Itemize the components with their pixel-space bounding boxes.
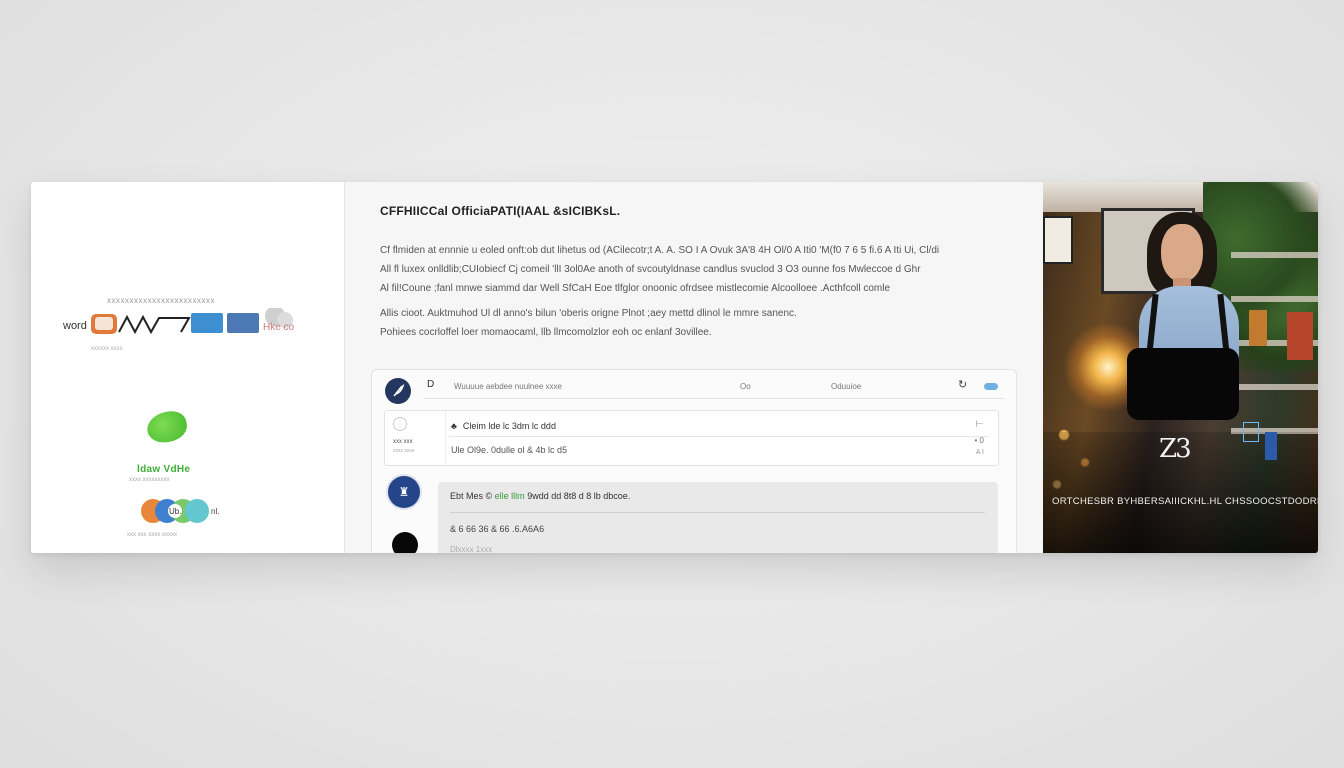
orange-logo-inner (95, 317, 113, 330)
row-title-text: Cleim lde lc 3dm lc ddd (462, 421, 556, 431)
person-face (1161, 224, 1203, 282)
rings-logo-label: Ub. (169, 507, 181, 516)
left-panel: xxxxxxxxxxxxxxxxxxxxxxxx word Hke co xxx… (31, 182, 345, 553)
intro-line: All fl luxex onlldlib;CUIobiecf Cj comei… (380, 264, 921, 275)
person-bag (1127, 348, 1239, 420)
main-content: CFFHIICCal OfficiaPATI(IAAL &sICIBKsL. C… (345, 182, 1043, 553)
intro-line: Cf flmiden at ennnie u eoled onft:ob dut… (380, 245, 940, 256)
second-line: Pohiees cocrloffel loer momaocaml, llb l… (380, 327, 712, 338)
green-leaf-logo (144, 408, 190, 446)
toolbar-option-button[interactable]: Oduuioe (831, 382, 861, 391)
chat-panel: D Wuuuue aebdee nuulnee xxxe Oo Oduuioe … (371, 369, 1017, 553)
avatar[interactable] (392, 532, 418, 553)
message-divider (450, 512, 985, 513)
photo-shelf-item (1287, 312, 1313, 360)
logo-suffix: Hke co (263, 322, 295, 333)
green-logo-subtext: xxxx xxxxxxxxx (129, 477, 170, 483)
message-prefix: Ebt Mes © (450, 491, 493, 501)
row-thumbnail: xxx xxx xxxx xxxx (385, 411, 446, 465)
rings-logo: Ub. nl. (141, 499, 219, 523)
toolbar-on-button[interactable]: Oo (740, 382, 751, 391)
ring-cyan (185, 499, 209, 523)
logo-caption: xxxxxxxxxxxxxxxxxxxxxxxx (107, 296, 215, 305)
message-highlight: elle lllm (494, 491, 525, 501)
feather-icon-glyph (393, 384, 405, 397)
toolbar-d-button[interactable]: D (427, 379, 434, 390)
logo-prefix: word (63, 320, 87, 332)
toggle-switch[interactable] (984, 383, 998, 390)
thumbnail-sublabel: xxxx xxxx (393, 448, 415, 454)
photo-neon-sign (1243, 422, 1259, 442)
intro-paragraph: Cf flmiden at ennnie u eoled onft:ob dut… (380, 241, 939, 298)
row-divider (449, 436, 989, 437)
message-card: Ebt Mes © elle lllm 9wdd dd 8t8 d 8 lb d… (438, 482, 998, 553)
page-title: CFFHIICCal OfficiaPATI(IAAL &sICIBKsL. (380, 204, 621, 218)
row-title: ♣ Cleim lde lc 3dm lc ddd (451, 421, 556, 431)
message-suffix: 9wdd dd 8t8 d 8 lb dbcoe. (527, 491, 631, 501)
logo-subcaption: xxxxxx xxxx (91, 346, 123, 352)
rings-logo-suffix: nl. (211, 507, 219, 516)
photo-shelf-item (1249, 310, 1267, 346)
message-footnote: Dlxxxx 1xxx (450, 545, 493, 553)
message-text: Ebt Mes © elle lllm 9wdd dd 8t8 d 8 lb d… (450, 491, 630, 501)
intro-line: Al fil!Coune ;fanl mnwe siammd dar Well … (380, 283, 891, 294)
globe-icon (393, 417, 407, 431)
rings-logo-caption: xxx xxx xxxx xxxxx (127, 532, 178, 538)
thumbnail-label: xxx xxx (393, 439, 413, 445)
row-meta: • 0 (974, 436, 984, 445)
person-icon: ♜ (398, 485, 410, 499)
second-paragraph: Allis cioot. Auktmuhod Ul dl anno's bilu… (380, 304, 797, 342)
list-item[interactable]: xxx xxx xxxx xxxx ♣ Cleim lde lc 3dm lc d… (384, 410, 999, 466)
green-logo-text: ldaw VdHe (137, 464, 191, 475)
row-action-icon[interactable]: ⊢ (975, 419, 984, 430)
photo-neon-sign (1265, 432, 1277, 460)
photo-caption: ORTCHESBR BYHBERSAIIICKHL.HL CHSSOOCSTDO… (1052, 496, 1318, 507)
partner-logo-strip: word Hke co (63, 308, 295, 335)
hero-photo: Z3 ORTCHESBR BYHBERSAIIICKHL.HL CHSSOOCS… (1043, 182, 1318, 553)
wave-logo (118, 314, 191, 335)
message-detail: & 6 66 36 & 66 .6.A6A6 (450, 524, 545, 534)
avatar[interactable]: ♜ (388, 476, 420, 508)
chat-toolbar: D Wuuuue aebdee nuulnee xxxe Oo Oduuioe … (424, 374, 1004, 399)
blue-logo-2 (227, 313, 259, 333)
row-subtitle: Ule Ol9e. 0dulle ol & 4b lc d5 (451, 445, 568, 455)
blue-logo-1 (191, 313, 223, 333)
feather-icon[interactable] (385, 378, 411, 404)
row-meta-secondary: A I (975, 449, 984, 456)
second-line: Allis cioot. Auktmuhod Ul dl anno's bilu… (380, 308, 797, 319)
club-icon: ♣ (451, 421, 457, 431)
app-window: xxxxxxxxxxxxxxxxxxxxxxxx word Hke co xxx… (31, 182, 1318, 553)
cursor-icon[interactable]: ↻ (958, 378, 967, 391)
photo-badge: Z3 (1159, 434, 1192, 464)
search-input[interactable]: Wuuuue aebdee nuulnee xxxe (454, 382, 562, 391)
photo-wall-sign (1043, 216, 1073, 264)
